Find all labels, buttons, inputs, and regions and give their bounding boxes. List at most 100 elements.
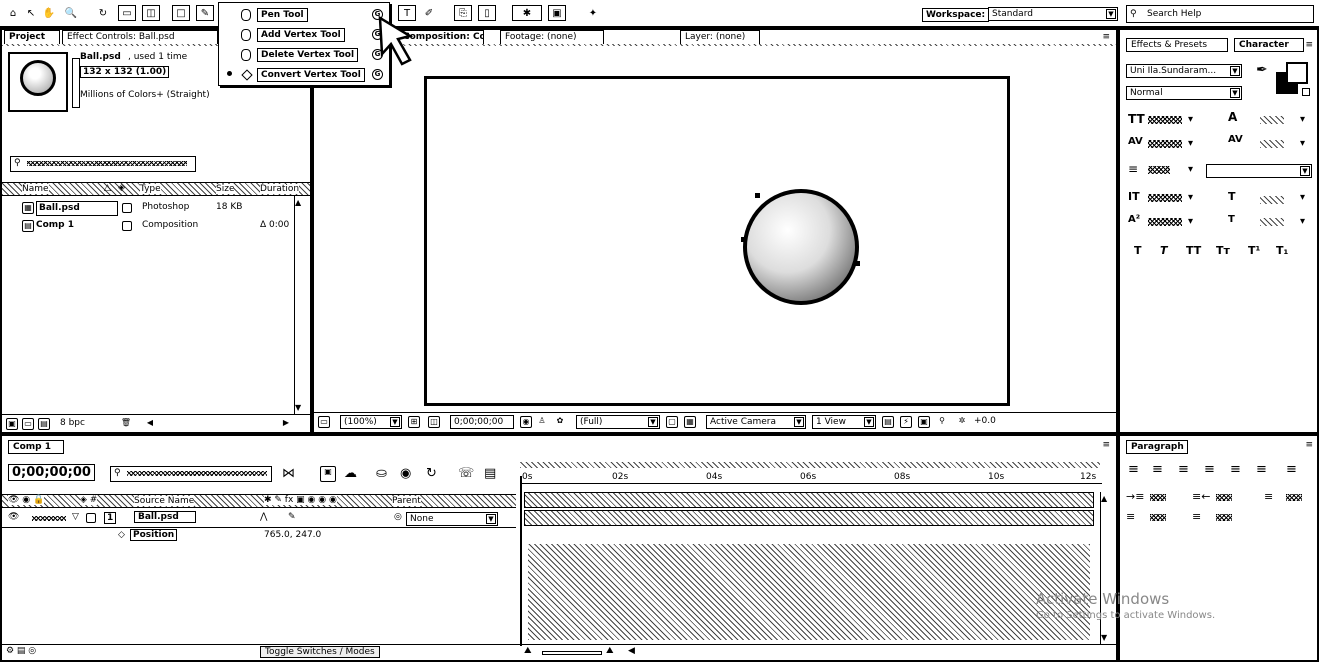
resolution-select[interactable]: (Full) ▼	[576, 415, 660, 429]
font-family-select[interactable]: Uni Ila.Sundaram... ▼	[1126, 64, 1242, 78]
workspace-select[interactable]: Standard ▼	[988, 7, 1118, 21]
kerning-value[interactable]	[1148, 140, 1182, 148]
tab-effect-controls[interactable]: Effect Controls: Ball.psd	[62, 30, 218, 44]
motion-blur-icon[interactable]: ◉	[400, 466, 411, 481]
toggle-pixel-aspect-icon[interactable]: ▤	[882, 416, 894, 428]
stroke-width-value[interactable]	[1148, 166, 1170, 174]
align-left-icon[interactable]: ≡	[1128, 462, 1139, 477]
justify-last-center-icon[interactable]: ≡	[1230, 462, 1241, 477]
timeline-search-input[interactable]: ⚲	[110, 466, 272, 482]
table-row[interactable]: ▤ Comp 1 Composition Δ 0:00	[2, 218, 298, 236]
layer-row[interactable]: 👁 ▽ 1 Ball.psd ⋀ ✎ ◎ None ▼	[2, 510, 516, 528]
menu-item-add-vertex[interactable]: Add Vertex Tool G	[219, 25, 389, 45]
tab-paragraph[interactable]: Paragraph	[1126, 440, 1188, 454]
hide-shy-layers-icon[interactable]: ☁	[344, 466, 357, 481]
reset-exposure-icon[interactable]: ✲	[956, 416, 968, 428]
work-area-bar[interactable]	[520, 462, 1100, 468]
indent-right-value[interactable]	[1216, 494, 1232, 501]
region-of-interest-icon[interactable]: ▢	[666, 416, 678, 428]
fill-color-swatch[interactable]	[1286, 62, 1308, 84]
label-color-swatch[interactable]	[122, 203, 132, 213]
scroll-up-icon[interactable]: ▲	[295, 198, 301, 207]
layer-color-swatch[interactable]	[86, 513, 96, 523]
tab-timeline-comp[interactable]: Comp 1	[8, 440, 64, 454]
chevron-down-icon[interactable]: ▾	[1300, 138, 1305, 149]
chevron-down-icon[interactable]: ▾	[1188, 192, 1193, 203]
horizontal-scale-value[interactable]	[1260, 196, 1284, 204]
justify-all-icon[interactable]: ≡	[1286, 462, 1297, 477]
pen-tool-icon[interactable]: ✎	[196, 5, 214, 21]
align-center-icon[interactable]: ≡	[1152, 462, 1163, 477]
layer-duration-bar-top[interactable]	[524, 492, 1094, 508]
draft-3d-icon[interactable]: ▣	[320, 466, 336, 482]
hand-tool-icon[interactable]: ✋	[40, 5, 58, 21]
thumbnail-expand-icon[interactable]	[72, 58, 80, 108]
scroll-left-icon[interactable]: ◀	[628, 646, 635, 656]
scroll-right-icon[interactable]: ▶	[280, 418, 292, 430]
all-caps-button[interactable]: TT	[1186, 244, 1201, 257]
visibility-icon[interactable]: 👁	[8, 512, 19, 522]
tracking-value[interactable]	[1260, 140, 1284, 148]
timeline-scrollbar[interactable]: ▲ ▼	[1100, 492, 1112, 644]
small-caps-button[interactable]: Tт	[1216, 244, 1230, 257]
panel-menu-icon[interactable]: ≡	[1305, 440, 1313, 450]
flowchart-icon[interactable]: ⚲	[936, 416, 948, 428]
faux-italic-button[interactable]: T	[1160, 244, 1168, 257]
pan-behind-tool-icon[interactable]: ◫	[142, 5, 160, 21]
current-time-indicator[interactable]	[520, 476, 522, 646]
panel-menu-icon[interactable]: ≡	[1305, 40, 1313, 50]
interpret-footage-icon[interactable]: ▣	[6, 418, 18, 430]
comp-mini-flowchart-icon[interactable]: ⋈	[282, 466, 295, 481]
justify-last-right-icon[interactable]: ≡	[1256, 462, 1267, 477]
space-before-value[interactable]	[1150, 514, 1166, 521]
column-duration[interactable]: Duration	[260, 184, 300, 194]
roto-brush-icon[interactable]: ▣	[548, 5, 566, 21]
eyedropper-icon[interactable]: ✒	[1256, 62, 1268, 78]
footer-toggle-icons[interactable]: ⚙ ▤ ◎	[6, 646, 36, 656]
column-source-name[interactable]: Source Name	[134, 496, 195, 506]
puppet-tool-icon[interactable]: ✱	[512, 5, 542, 21]
ball-layer[interactable]	[737, 185, 867, 309]
chevron-down-icon[interactable]: ▾	[1300, 114, 1305, 125]
parent-select[interactable]: None ▼	[406, 512, 498, 526]
toggle-switches-modes[interactable]: Toggle Switches / Modes	[260, 646, 380, 658]
parent-pickwhip-icon[interactable]: ◎	[394, 512, 402, 522]
scroll-left-icon[interactable]: ◀	[144, 418, 156, 430]
show-snapshot-icon[interactable]: ♙	[536, 416, 548, 428]
comment-icon[interactable]: ☏	[458, 466, 474, 481]
column-name[interactable]: Name	[22, 184, 49, 194]
label-color-swatch[interactable]	[122, 221, 132, 231]
grid-icon[interactable]: ⊞	[408, 416, 420, 428]
subscript-button[interactable]: T₁	[1276, 244, 1288, 257]
expand-arrow-icon[interactable]: ▽	[72, 512, 79, 522]
vertical-scale-value[interactable]	[1148, 194, 1182, 202]
timeline-icon[interactable]: ▣	[918, 416, 930, 428]
zoom-tool-icon[interactable]: 🔍	[62, 5, 80, 21]
swap-colors-icon[interactable]	[1302, 88, 1310, 96]
layer-label-color[interactable]	[32, 516, 66, 521]
clone-stamp-tool-icon[interactable]: ⎘	[454, 5, 472, 21]
fast-previews-icon[interactable]: ⚡	[900, 416, 912, 428]
chevron-down-icon[interactable]: ▾	[1188, 216, 1193, 227]
puppet-pin-icon[interactable]: ✦	[584, 5, 602, 21]
quality-icon[interactable]: ✎	[288, 512, 296, 522]
stroke-type-select[interactable]: ▼	[1206, 164, 1312, 178]
tab-project[interactable]: Project	[4, 30, 60, 44]
mask-tool-icon[interactable]: □	[172, 5, 190, 21]
bpc-label[interactable]: 8 bpc	[60, 418, 85, 428]
column-type[interactable]: Type	[140, 184, 161, 194]
zoom-in-icon[interactable]: ⛰	[606, 646, 614, 656]
search-help-field[interactable]: ⚲ Search Help	[1126, 5, 1314, 23]
label-tag-icon[interactable]: ◈	[118, 183, 125, 193]
tsume-value[interactable]	[1260, 218, 1284, 226]
camera-tool-icon[interactable]: ▭	[118, 5, 136, 21]
collapse-transform-icon[interactable]: ⋀	[260, 512, 267, 522]
exposure-value[interactable]: +0.0	[974, 416, 996, 426]
chevron-down-icon[interactable]: ▾	[1188, 114, 1193, 125]
menu-item-delete-vertex[interactable]: Delete Vertex Tool G	[219, 45, 389, 65]
indent-first-line-value[interactable]	[1286, 494, 1302, 501]
timecode-display[interactable]: 0;00;00;00	[8, 464, 95, 481]
project-search-input[interactable]: ⚲	[10, 156, 196, 172]
baseline-shift-value[interactable]	[1148, 218, 1182, 226]
property-value[interactable]: 765.0, 247.0	[264, 530, 321, 540]
